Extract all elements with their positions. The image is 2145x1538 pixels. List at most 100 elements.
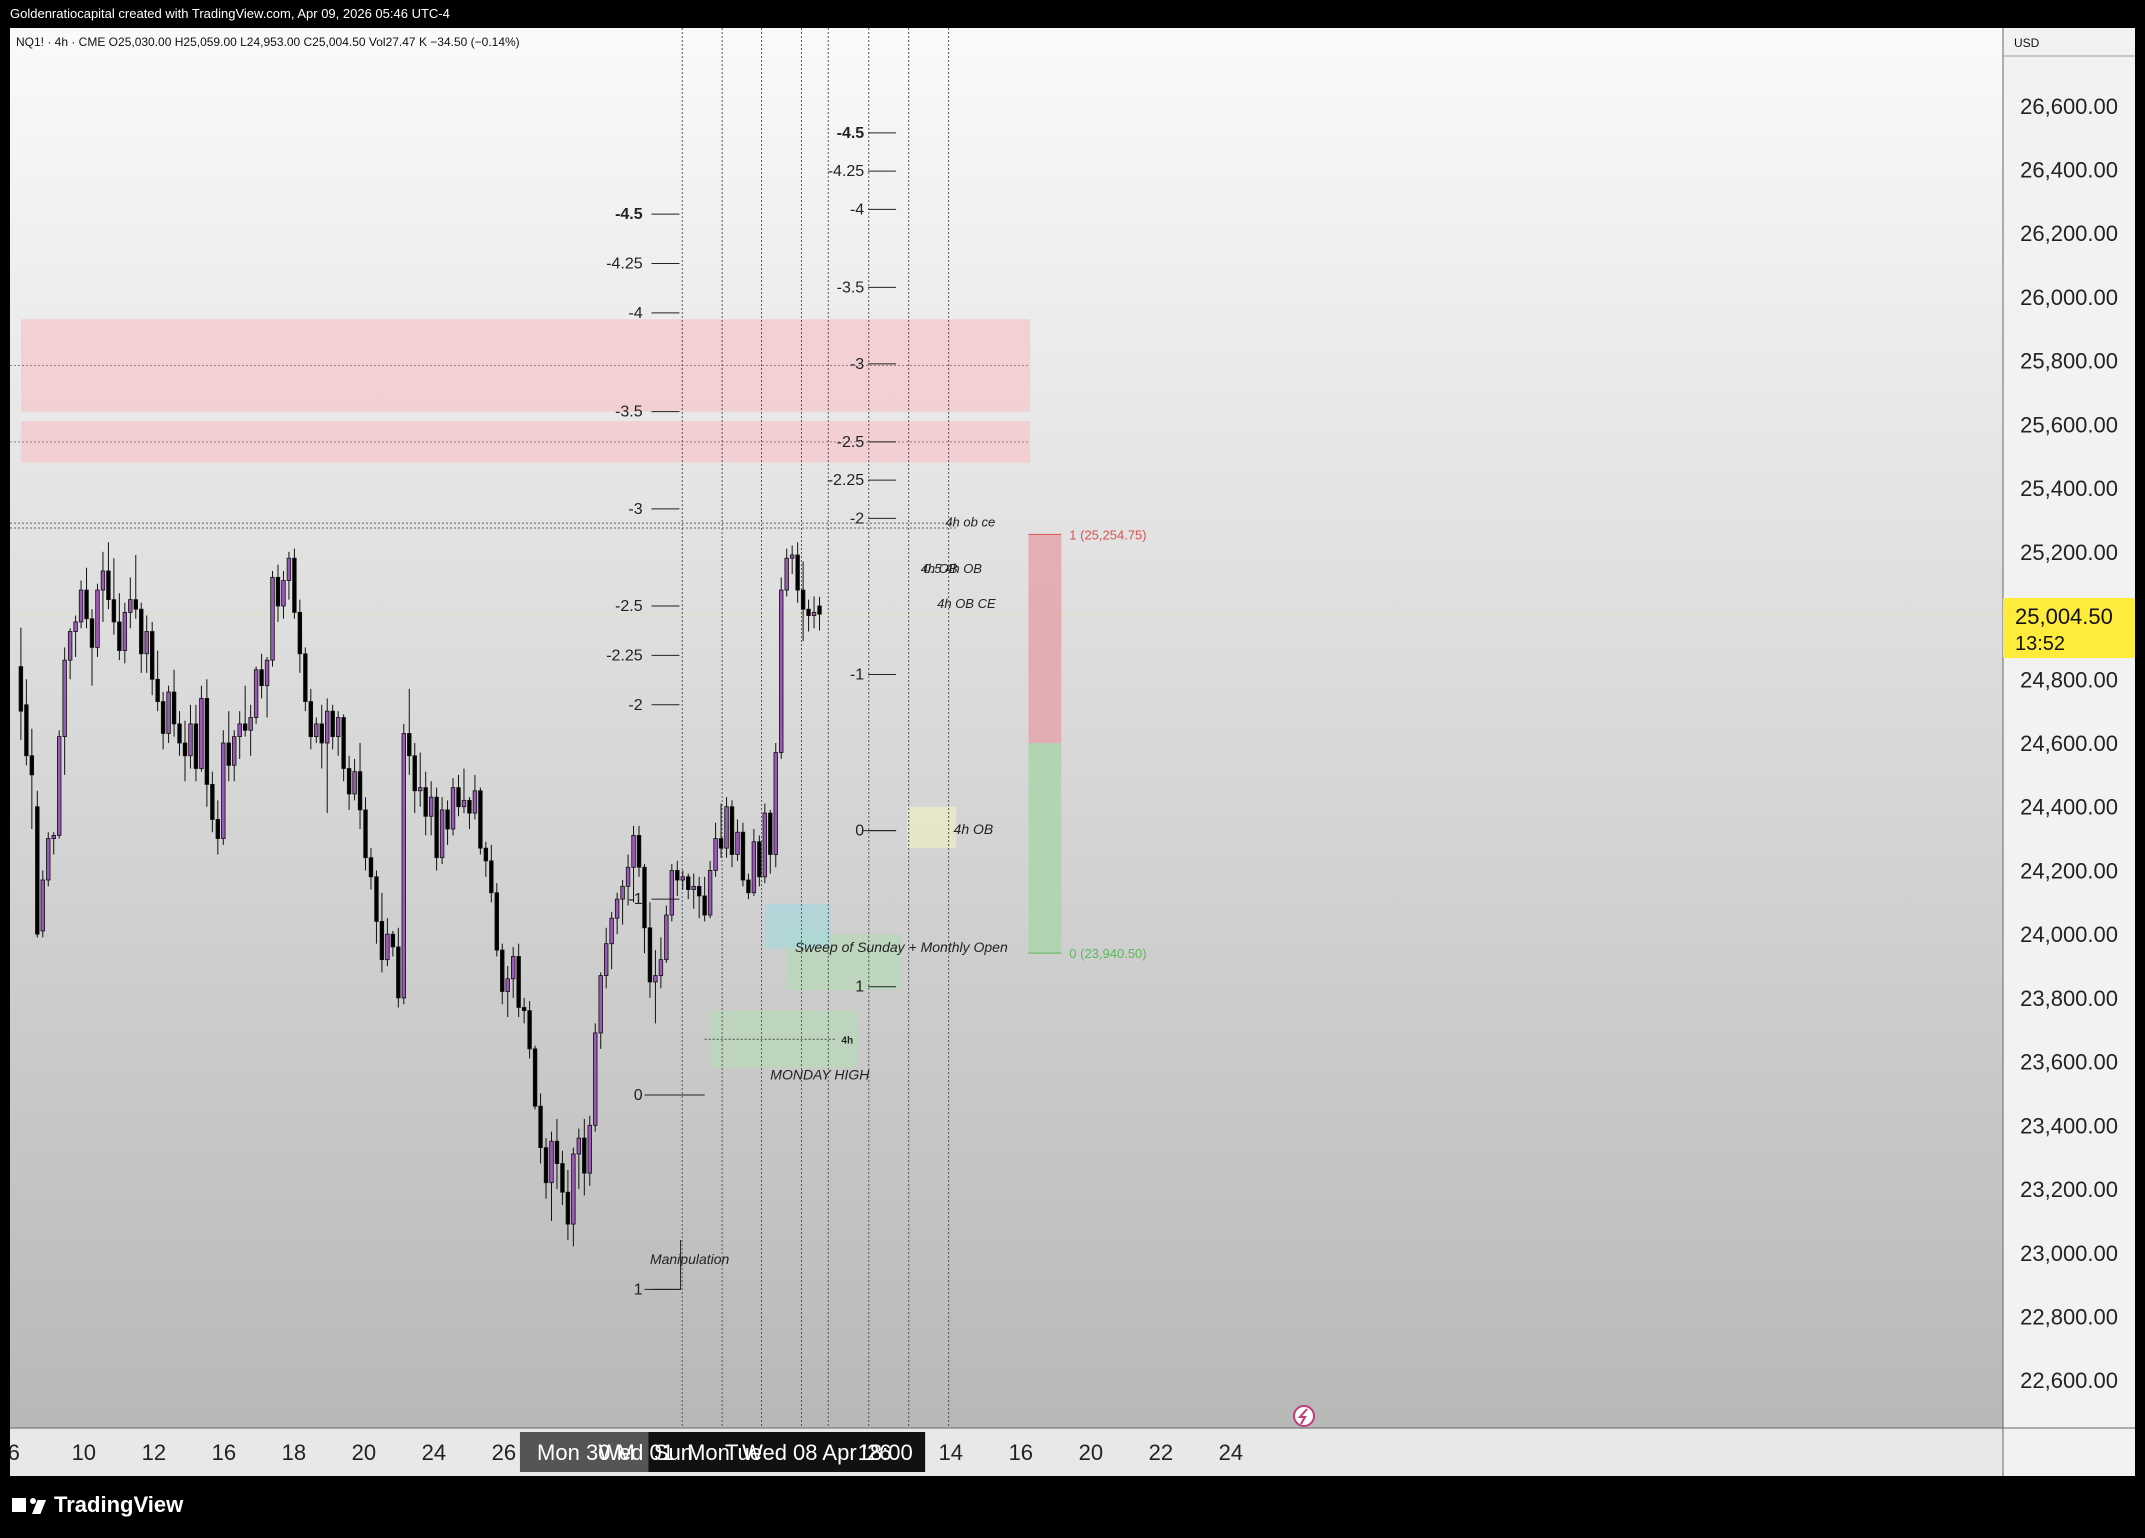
- candle-body-bear: [800, 589, 806, 610]
- fib-left-label-5: -2.5: [615, 598, 643, 615]
- candle-body-bull: [779, 589, 784, 753]
- annotation-0: Manipulation: [650, 1251, 730, 1267]
- candle-body-bear: [554, 1140, 560, 1164]
- candle-body-bull: [232, 736, 237, 766]
- candle-body-bull: [78, 589, 84, 623]
- candle-body-bear: [396, 946, 401, 999]
- annotation-4: 4h ob ce: [945, 515, 995, 530]
- price-tick-label: 22,800.00: [2020, 1304, 2118, 1329]
- chart-header: Goldenratiocapital created with TradingV…: [10, 6, 450, 21]
- candle-body-bull: [735, 831, 740, 855]
- candle-body-bull: [401, 733, 406, 999]
- candle-body-bear: [106, 570, 111, 601]
- candle-5: [46, 832, 51, 887]
- price-tick-label: 24,200.00: [2020, 858, 2118, 883]
- fib-right-label-6: -2.25: [828, 472, 865, 489]
- candle-body-bull: [680, 876, 685, 881]
- candle-105: [593, 1023, 598, 1132]
- tradingview-logo-text: TradingView: [54, 1492, 184, 1517]
- time-label-boxed: Mon: [687, 1440, 730, 1465]
- fib-left-label-3: -3.5: [615, 404, 643, 421]
- candle-70: [401, 723, 406, 1005]
- time-tick-label: 10: [72, 1440, 96, 1465]
- time-tick-label: 24: [422, 1440, 446, 1465]
- candle-body-bear: [675, 870, 680, 881]
- candle-body-bear: [346, 768, 352, 795]
- candle-body-bear: [407, 733, 412, 757]
- footer: [0, 1476, 2145, 1538]
- price-tick-label: 23,000.00: [2020, 1241, 2118, 1266]
- fib-left-label-6: -2.25: [606, 647, 643, 664]
- price-chart[interactable]: -4.5 -4.25 -4 -3.5 -3 -2.5 -2.25 -2 -1 0 1 -4.5 -4.2…: [10, 28, 2135, 1476]
- time-tick-label: 26: [492, 1440, 516, 1465]
- candle-body-bear: [133, 599, 138, 610]
- position-target-label: 1 (25,254.75): [1069, 527, 1146, 542]
- candle-body-bear: [746, 879, 751, 894]
- candle-body-bull: [598, 975, 603, 1034]
- price-tick-label: 25,800.00: [2020, 349, 2118, 374]
- candle-body-bull: [199, 697, 204, 769]
- candle-body-bull: [653, 975, 658, 983]
- candle-body-bear: [177, 723, 182, 744]
- candle-body-bear: [434, 796, 439, 859]
- candle-body-bear: [423, 787, 428, 817]
- candle-136: [762, 803, 768, 884]
- candle-body-bull: [691, 885, 696, 890]
- candle-body-bear: [740, 831, 746, 881]
- candle-body-bear: [149, 631, 155, 680]
- annotation-7: 4h OB CE: [937, 596, 996, 611]
- candle-body-bear: [718, 838, 724, 849]
- price-tick-label: 26,400.00: [2020, 158, 2118, 183]
- candle-body-bear: [757, 841, 762, 878]
- candle-body-bear: [204, 697, 210, 785]
- candle-body-bull: [314, 723, 319, 738]
- fib-left-label-10: 1: [634, 1281, 643, 1298]
- candle-body-bear: [117, 621, 122, 652]
- candle-body-bear: [341, 717, 346, 769]
- candle-body-bull: [603, 943, 609, 976]
- candle-body-bull: [253, 669, 259, 718]
- candle-body-bear: [532, 1048, 538, 1107]
- candle-body-bull: [625, 866, 631, 887]
- candle-4: [40, 870, 45, 938]
- candle-body-bull: [248, 717, 253, 731]
- candle-body-bear: [489, 860, 494, 894]
- candle-body-bull: [620, 885, 625, 900]
- candle-body-bear: [565, 1191, 571, 1225]
- candle-body-bull: [751, 841, 757, 894]
- candle-body-bear: [193, 723, 199, 769]
- time-axis-background: [10, 1428, 2003, 1476]
- candle-body-bull: [811, 611, 817, 616]
- candle-body-bull: [144, 631, 149, 655]
- candle-body-bear: [182, 742, 188, 757]
- candle-body-bull: [95, 589, 100, 648]
- candle-body-bear: [35, 806, 40, 935]
- price-tick-label: 26,200.00: [2020, 221, 2118, 246]
- candle-body-bear: [582, 1137, 587, 1174]
- price-tick-label: 23,400.00: [2020, 1113, 2118, 1138]
- candle-body-bear: [368, 857, 374, 878]
- alert-icon[interactable]: [1293, 1405, 1315, 1427]
- candle-body-bull: [385, 933, 390, 961]
- fib-right-label-8: -1: [850, 667, 864, 684]
- price-tick-label: 24,000.00: [2020, 922, 2118, 947]
- candle-body-bear: [160, 701, 166, 734]
- candle-body-bear: [817, 605, 822, 615]
- candle-body-bear: [379, 921, 385, 961]
- candle-body-bull: [270, 576, 275, 661]
- time-tick-label: 12: [142, 1440, 166, 1465]
- time-tick-label: 24: [1219, 1440, 1243, 1465]
- time-tick-label: 22: [1149, 1440, 1173, 1465]
- candle-body-bull: [664, 914, 669, 961]
- candle-body-bear: [292, 557, 297, 613]
- candle-body-bear: [210, 784, 215, 820]
- fib-right-label-3: -3.5: [837, 279, 865, 296]
- fib-right-label-0: -4.5: [837, 125, 865, 142]
- position-profit-zone: [1028, 743, 1062, 954]
- price-tick-label: 23,800.00: [2020, 986, 2118, 1011]
- fib-left-label-2: -4: [628, 305, 642, 322]
- candle-body-bull: [352, 771, 357, 795]
- candle-84: [478, 787, 483, 855]
- tradingview-logo[interactable]: TradingView: [12, 1492, 183, 1518]
- candle-43: [253, 666, 259, 724]
